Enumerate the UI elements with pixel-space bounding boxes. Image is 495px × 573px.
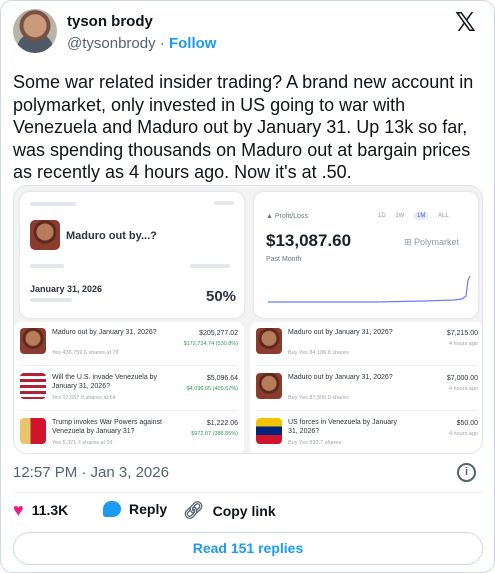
maduro-thumbnail xyxy=(256,328,282,354)
activity-meta: Buy Yes 87,500.0 shares xyxy=(288,395,349,401)
maduro-thumbnail xyxy=(30,220,60,250)
tweet-text: Some war related insider trading? A bran… xyxy=(13,72,474,182)
activity-meta: Buy Yes 84,186.8 shares xyxy=(288,350,349,356)
copy-link-button[interactable]: 🔗︎ Copy link xyxy=(183,501,276,521)
trump-flag-thumbnail xyxy=(20,418,46,444)
positions-list: Maduro out by January 31, 2026? Yes 436,… xyxy=(14,322,244,453)
tab-1w[interactable]: 1W xyxy=(395,213,404,219)
tweet-card: tyson brody @tysonbrody · Follow 𝕏 Some … xyxy=(0,0,495,573)
x-logo-icon[interactable]: 𝕏 xyxy=(455,10,476,36)
like-count: 11.3K xyxy=(31,502,69,518)
tab-1m[interactable]: 1M xyxy=(414,212,429,220)
action-bar: ♥ 11.3K Reply 🔗︎ Copy link xyxy=(13,501,483,523)
position-gain: $4,096.65 (409.67%) xyxy=(186,386,238,392)
activity-title: US forces in Venezuela by January 31, 20… xyxy=(288,419,397,435)
activity-amount: $50.00 xyxy=(456,420,478,427)
profit-loss-value: $13,087.60 xyxy=(266,231,352,250)
activity-title: Maduro out by January 31, 2026? xyxy=(288,374,393,381)
activity-time: 4 hours ago xyxy=(448,431,478,437)
period-tabs: 1D 1W 1M ALL xyxy=(370,212,449,220)
market-card: Maduro out by...? January 31, 2026 50% xyxy=(20,192,244,318)
position-meta: Yes 5,371.7 shares at 5¢ xyxy=(52,440,113,446)
position-row[interactable]: Will the U.S. invade Venezuela by Januar… xyxy=(14,367,244,409)
position-value: $5,096.64 xyxy=(206,375,238,382)
market-date: January 31, 2026 xyxy=(30,284,103,294)
author-handle[interactable]: @tysonbrody xyxy=(67,35,156,52)
author-handle-row: @tysonbrody · Follow xyxy=(67,35,216,52)
polymarket-brand: ⊞ Polymarket xyxy=(404,237,460,247)
position-title: Maduro out by January 31, 2026? xyxy=(52,329,157,336)
profit-period: Past Month xyxy=(266,256,302,263)
copy-link-label: Copy link xyxy=(212,503,276,519)
position-row[interactable]: Trump invokes War Powers against Venezue… xyxy=(14,412,244,453)
profit-loss-card: ▲ Profit/Loss 1D 1W 1M ALL $13,087.60 ⊞ … xyxy=(254,192,478,318)
divider xyxy=(13,492,484,493)
activity-title: Maduro out by January 31, 2026? xyxy=(288,329,393,336)
tab-all[interactable]: ALL xyxy=(438,213,449,219)
maduro-thumbnail xyxy=(256,373,282,399)
like-button[interactable]: ♥ 11.3K xyxy=(13,501,68,519)
position-gain: $172,734.74 (530.8%) xyxy=(183,341,238,347)
heart-icon: ♥ xyxy=(13,500,24,520)
position-value: $1,222.06 xyxy=(206,420,238,427)
activity-meta: Buy Yes 893.7 shares xyxy=(288,440,342,446)
attached-image[interactable]: Maduro out by...? January 31, 2026 50% ▲… xyxy=(13,185,483,454)
venezuela-flag-thumbnail xyxy=(256,418,282,444)
avatar[interactable] xyxy=(13,9,57,53)
activity-row[interactable]: Maduro out by January 31, 2026? Buy Yes … xyxy=(250,322,482,364)
read-replies-button[interactable]: Read 151 replies xyxy=(13,532,483,565)
activity-amount: $7,215.00 xyxy=(446,330,478,337)
market-title: Maduro out by...? xyxy=(66,230,157,242)
tab-1d[interactable]: 1D xyxy=(378,213,386,219)
reply-label: Reply xyxy=(129,501,168,517)
activity-time: 4 hours ago xyxy=(448,386,478,392)
market-percent: 50% xyxy=(206,288,237,305)
activity-row[interactable]: US forces in Venezuela by January 31, 20… xyxy=(250,412,482,453)
info-icon[interactable]: i xyxy=(457,463,476,482)
polymarket-brand-label: Polymarket xyxy=(414,237,460,247)
position-value: $205,277.02 xyxy=(199,330,238,337)
handle-separator: · xyxy=(159,35,165,52)
activity-amount: $7,000.00 xyxy=(446,375,478,382)
activity-list: Maduro out by January 31, 2026? Buy Yes … xyxy=(250,322,482,453)
profit-sparkline xyxy=(268,275,471,303)
tweet-timestamp[interactable]: 12:57 PM · Jan 3, 2026 xyxy=(13,464,169,481)
maduro-thumbnail xyxy=(20,328,46,354)
us-flag-thumbnail xyxy=(20,373,46,399)
reply-button[interactable]: Reply xyxy=(103,501,167,517)
activity-row[interactable]: Maduro out by January 31, 2026? Buy Yes … xyxy=(250,367,482,409)
author-display-name[interactable]: tyson brody xyxy=(67,13,153,30)
position-row[interactable]: Maduro out by January 31, 2026? Yes 436,… xyxy=(14,322,244,364)
position-gain: $972.07 (388.85%) xyxy=(191,431,238,437)
position-meta: Yes 436,759.6 shares at 7¢ xyxy=(52,350,119,356)
reply-icon xyxy=(103,501,121,517)
follow-button[interactable]: Follow xyxy=(169,35,217,52)
link-icon: 🔗︎ xyxy=(183,501,205,520)
profit-loss-label: ▲ Profit/Loss xyxy=(266,213,308,220)
position-title: Will the U.S. invade Venezuela by Januar… xyxy=(52,374,158,390)
position-meta: Yes 17,657.9 shares at 6¢ xyxy=(52,395,116,401)
position-title: Trump invokes War Powers against Venezue… xyxy=(52,419,162,435)
activity-time: 4 hours ago xyxy=(448,341,478,347)
